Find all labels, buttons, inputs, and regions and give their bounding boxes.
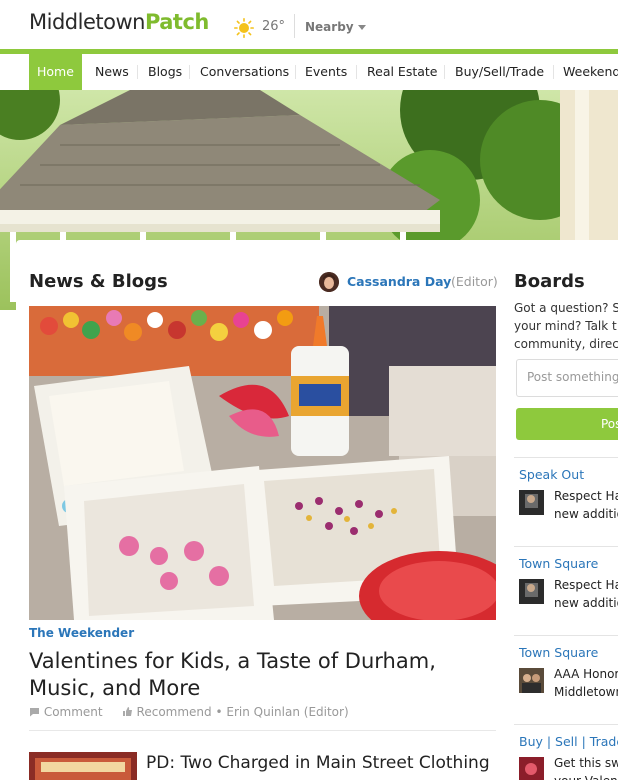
divider [514, 546, 618, 547]
board-label-link[interactable]: Town Square [519, 645, 598, 660]
divider [29, 730, 496, 731]
section-title: News & Blogs [29, 271, 168, 292]
nav-item-blogs[interactable]: Blogs [140, 54, 190, 90]
editor-role: (Editor) [451, 274, 498, 289]
nearby-label: Nearby [305, 20, 354, 34]
comment-link[interactable]: Comment [29, 705, 106, 719]
board-post-link[interactable]: Get this sw your Valent [554, 754, 618, 780]
board-item: Town Square Respect Ha new additio [514, 546, 618, 635]
board-post-link[interactable]: AAA Honor Middletown [554, 665, 618, 701]
nav-item-news[interactable]: News [87, 54, 137, 90]
post-button[interactable]: Pos [516, 408, 618, 440]
nav-divider [189, 65, 190, 79]
nav-item-real-estate[interactable]: Real Estate [359, 54, 445, 90]
board-item: Speak Out Respect Ha new additio [514, 457, 618, 546]
temperature: 26° [262, 19, 286, 34]
divider [514, 724, 618, 725]
nav-divider [137, 65, 138, 79]
post-input[interactable]: Post something [516, 359, 618, 397]
board-thumbnail[interactable] [519, 490, 544, 515]
main-nav: Home News Blogs Conversations Events Rea… [0, 54, 618, 98]
site-logo[interactable]: MiddletownPatch [29, 10, 209, 34]
author-link[interactable]: Erin Quinlan (Editor) [226, 705, 348, 719]
header-divider [294, 14, 295, 38]
thumbs-up-icon [122, 707, 132, 716]
story-kicker-link[interactable]: The Weekender [29, 626, 134, 640]
nav-divider [553, 65, 554, 79]
board-thumbnail[interactable] [519, 579, 544, 604]
chevron-down-icon [357, 25, 366, 30]
nav-item-weekender[interactable]: Weekender [555, 54, 618, 90]
nav-item-buy-sell-trade[interactable]: Buy/Sell/Trade [447, 54, 552, 90]
nav-item-conversations[interactable]: Conversations [192, 54, 297, 90]
nav-item-events[interactable]: Events [297, 54, 355, 90]
feature-headline-link[interactable]: Valentines for Kids, a Taste of Durham, … [29, 648, 489, 702]
divider [514, 457, 618, 458]
nav-divider [295, 65, 296, 79]
board-label-link[interactable]: Speak Out [519, 467, 584, 482]
board-post-link[interactable]: Respect Ha new additio [554, 576, 618, 612]
boards-intro: Got a question? S your mind? Talk t comm… [514, 301, 618, 351]
divider [514, 635, 618, 636]
recommend-link[interactable]: Recommend [122, 705, 216, 719]
comment-icon [30, 708, 39, 717]
board-label-link[interactable]: Town Square [519, 556, 598, 571]
board-item: Town Square AAA Honor Middletown [514, 635, 618, 724]
editor-name-link[interactable]: Cassandra Day [347, 274, 451, 289]
feature-image[interactable] [29, 306, 496, 620]
nav-divider [444, 65, 445, 79]
story-headline-link[interactable]: PD: Two Charged in Main Street Clothing … [146, 752, 496, 774]
nearby-dropdown[interactable]: Nearby [305, 20, 366, 34]
board-post-link[interactable]: Respect Ha new additio [554, 487, 618, 523]
board-thumbnail[interactable] [519, 757, 544, 780]
board-thumbnail[interactable] [519, 668, 544, 693]
story-meta: Comment Recommend • Erin Quinlan (Editor… [29, 705, 349, 719]
nav-divider [356, 65, 357, 79]
board-item: Buy | Sell | Trade Get this sw your Vale… [514, 724, 618, 780]
site-header: MiddletownPatch 26° Nearby [0, 0, 618, 50]
boards-title: Boards [514, 271, 585, 292]
board-label-link[interactable]: Buy | Sell | Trade [519, 734, 618, 749]
sun-icon [234, 18, 254, 38]
avatar[interactable] [319, 272, 339, 292]
story-thumbnail[interactable] [29, 752, 137, 780]
